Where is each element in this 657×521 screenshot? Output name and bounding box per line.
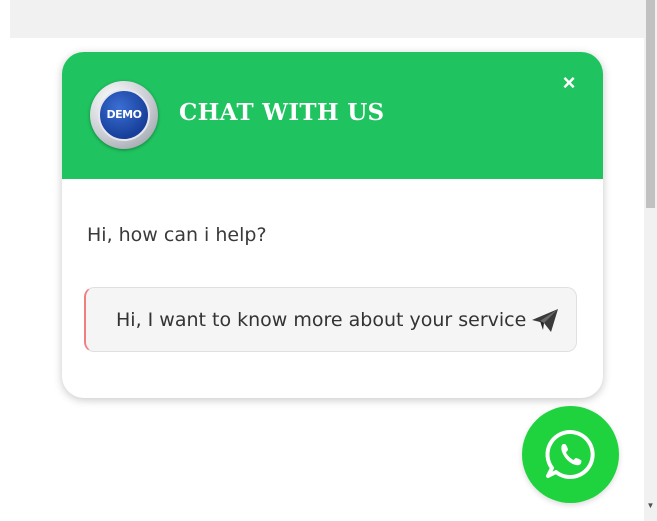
chat-title: CHAT WITH US: [179, 99, 385, 126]
avatar-logo: DEMO: [98, 89, 150, 141]
greeting-message: Hi, how can i help?: [87, 224, 267, 246]
avatar: DEMO: [90, 81, 158, 149]
chat-window: DEMO CHAT WITH US × Hi, how can i help?: [62, 52, 603, 398]
scrollbar-thumb[interactable]: [646, 0, 655, 208]
message-input[interactable]: [116, 288, 561, 351]
whatsapp-chat-button[interactable]: [522, 406, 619, 503]
scroll-down-arrow[interactable]: ▼: [646, 500, 655, 512]
close-icon[interactable]: ×: [558, 72, 580, 94]
chat-header: DEMO CHAT WITH US ×: [62, 52, 603, 179]
send-icon[interactable]: [530, 306, 560, 334]
whatsapp-icon: [545, 429, 595, 479]
message-box[interactable]: [84, 287, 577, 352]
page-top-strip: [10, 0, 644, 38]
